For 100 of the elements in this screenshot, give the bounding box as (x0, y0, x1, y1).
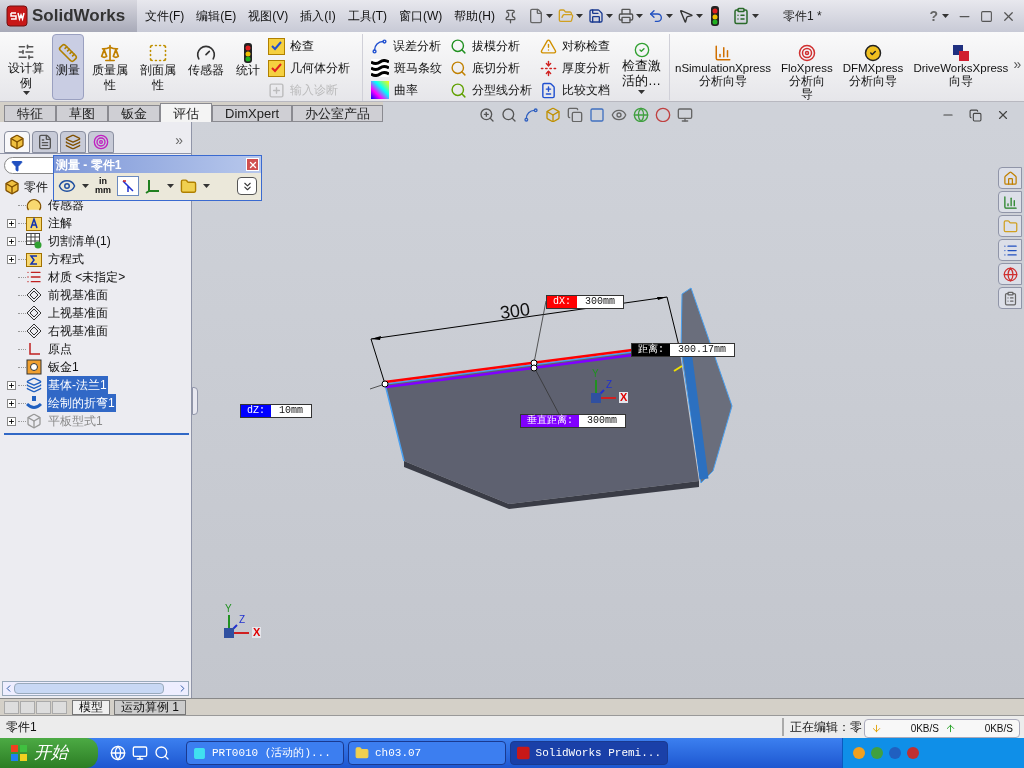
panel-collapse-handle[interactable] (192, 387, 198, 415)
ribbon-tool[interactable]: 对称检查 (540, 35, 614, 57)
expand-icon[interactable] (6, 236, 16, 246)
ribbon-button[interactable]: 剖面属 性 (136, 34, 180, 100)
undo-icon[interactable] (648, 8, 664, 24)
taskbar-button[interactable]: SolidWorks Premi... (510, 741, 668, 765)
tree-item[interactable]: 上视基准面 (47, 304, 109, 322)
tab[interactable]: 模型 (72, 699, 110, 715)
curve-icon[interactable] (523, 107, 540, 123)
tree-item[interactable]: 零件 (24, 178, 48, 196)
caret-icon[interactable] (666, 14, 673, 18)
tree-item[interactable]: 绘制的折弯1 (47, 394, 116, 412)
taskbar-button[interactable]: PRT0010 (活动的)... (186, 741, 344, 765)
ribbon-tool[interactable]: 拔模分析 (450, 35, 536, 57)
start-button[interactable]: 开始 (0, 738, 98, 768)
browser-icon[interactable] (110, 745, 126, 761)
ribbon-button[interactable]: 质量属 性 (88, 34, 132, 100)
tab[interactable]: 草图 (56, 105, 108, 122)
ribbon-button[interactable]: 传感器 (184, 34, 228, 100)
ribbon-tool[interactable]: 曲率 (371, 79, 446, 101)
monitor-icon[interactable] (132, 745, 148, 761)
zoom-icon[interactable] (479, 107, 496, 123)
units-button[interactable]: in mm (95, 177, 111, 195)
graphics-area[interactable]: 300 dX: 300mm 距离: 300.17mm dZ: 10mm 垂直距离: 300mm X Y Z X Y Z (192, 122, 1024, 698)
tree-item[interactable]: 材质 <未指定> (47, 268, 127, 286)
views-icon[interactable] (567, 107, 584, 123)
tab[interactable]: 办公室产品 (292, 105, 384, 122)
options-icon[interactable] (732, 7, 750, 25)
caret-icon[interactable] (942, 14, 949, 18)
tab[interactable]: 特征 (4, 105, 56, 122)
close-icon[interactable] (996, 108, 1010, 122)
tree-item[interactable]: 注解 (47, 214, 73, 232)
pin-icon[interactable] (503, 8, 518, 24)
tree-item[interactable]: 基体-法兰1 (47, 376, 108, 394)
menu-item[interactable]: 视图(V) (248, 7, 289, 25)
menu-item[interactable]: 帮助(H) (454, 7, 495, 25)
ribbon-tool[interactable]: 比较文档 (540, 79, 614, 101)
ribbon-button[interactable]: DriveWorksXpress 向导 (912, 34, 1010, 88)
tab[interactable]: DimXpert (212, 105, 293, 122)
overflow-button[interactable]: » (1013, 54, 1022, 75)
expand-icon[interactable] (6, 398, 16, 408)
task-pane-tab[interactable] (998, 287, 1022, 309)
ribbon-tool[interactable]: 斑马条纹 (371, 57, 446, 79)
caret-icon[interactable] (752, 14, 759, 18)
expand-icon[interactable] (6, 380, 16, 390)
glasses-icon[interactable] (58, 177, 76, 195)
maximize-icon[interactable] (980, 9, 993, 23)
ribbon-tool[interactable]: 分型线分析 (450, 79, 536, 101)
panel-tab[interactable] (32, 131, 58, 153)
ribbon-tool[interactable]: 底切分析 (450, 57, 536, 79)
search-icon[interactable] (154, 745, 170, 761)
task-pane-tab[interactable] (998, 191, 1022, 213)
caret-icon[interactable] (606, 14, 613, 18)
xyz-button[interactable] (117, 176, 139, 196)
monitor-icon[interactable] (677, 107, 694, 123)
menu-item[interactable]: 插入(I) (300, 7, 336, 25)
caret-icon[interactable] (636, 14, 643, 18)
ribbon-button[interactable]: FloXpress 分析向 导 (779, 34, 834, 101)
menu-item[interactable]: 工具(T) (347, 7, 387, 25)
caret-icon[interactable] (638, 90, 645, 94)
ribbon-tool[interactable]: 检查 (268, 35, 354, 57)
overflow-button[interactable]: » (175, 130, 183, 151)
expand-icon[interactable] (6, 416, 16, 426)
new-document-icon[interactable] (528, 8, 544, 24)
ball-icon[interactable] (655, 107, 672, 123)
caret-icon[interactable] (576, 14, 583, 18)
tab[interactable]: 运动算例 1 (114, 699, 186, 715)
caret-icon[interactable] (696, 14, 703, 18)
tree-item[interactable]: 前视基准面 (47, 286, 109, 304)
tree-item[interactable]: 原点 (47, 340, 73, 358)
ribbon-tool[interactable]: 厚度分析 (540, 57, 614, 79)
ribbon-button[interactable]: nSimulationXpress 分析向导 (674, 34, 772, 88)
save-icon[interactable] (588, 8, 604, 24)
caret-icon[interactable] (203, 184, 210, 188)
ribbon-button[interactable]: 设计算 例 (4, 34, 48, 100)
panel-tab[interactable] (88, 131, 114, 153)
scroll-thumb[interactable] (14, 683, 164, 694)
ribbon-button[interactable]: DFMXpress 分析向导 (841, 34, 905, 88)
task-pane-tab[interactable] (998, 263, 1022, 285)
caret-icon[interactable] (82, 184, 89, 188)
axes-icon[interactable] (145, 178, 161, 194)
taskbar-button[interactable]: ch03.07 (348, 741, 506, 765)
tree-item[interactable]: 右视基准面 (47, 322, 109, 340)
expand-icon[interactable] (6, 218, 16, 228)
tree-item[interactable]: 方程式 (47, 250, 85, 268)
panel-tab[interactable] (4, 131, 30, 153)
caret-icon[interactable] (167, 184, 174, 188)
horizontal-scrollbar[interactable] (2, 681, 189, 696)
tree-item[interactable]: 钣金1 (47, 358, 80, 376)
pointer-icon[interactable] (678, 8, 694, 24)
expand-button[interactable] (237, 177, 257, 195)
restore-icon[interactable] (969, 108, 982, 122)
menu-item[interactable]: 编辑(E) (196, 7, 237, 25)
tab[interactable]: 评估 (160, 103, 212, 122)
help-button[interactable]: ? (929, 5, 938, 27)
ribbon-button[interactable]: 测量 (52, 34, 84, 100)
menu-item[interactable]: 窗口(W) (399, 7, 443, 25)
expand-icon[interactable] (6, 254, 16, 264)
search-icon[interactable] (501, 107, 518, 123)
ribbon-tool[interactable]: 几何体分析 (268, 57, 354, 79)
